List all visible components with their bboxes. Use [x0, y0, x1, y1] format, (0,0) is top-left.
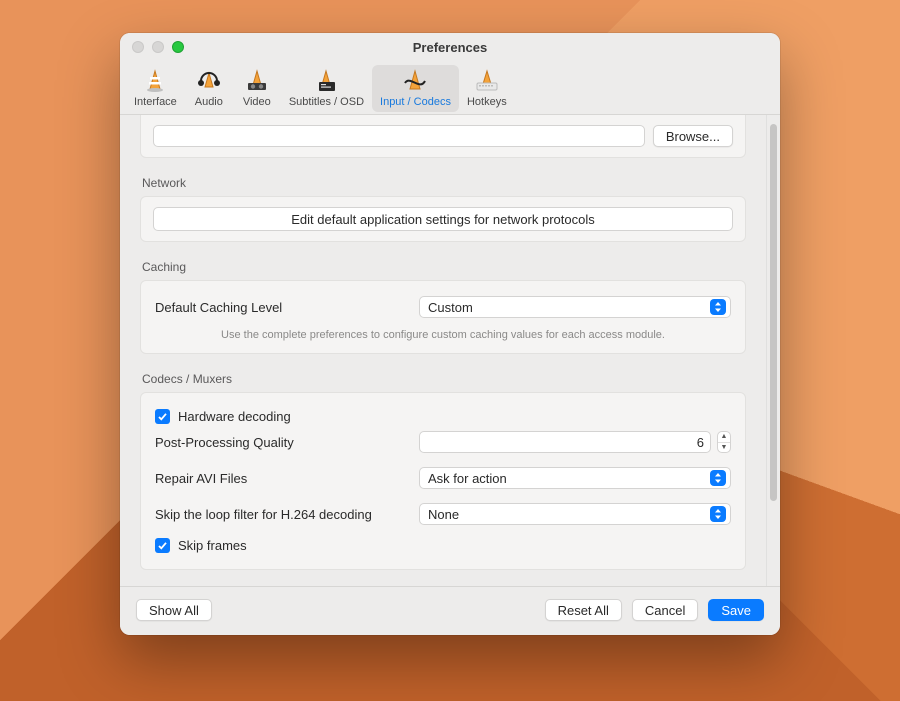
cancel-button[interactable]: Cancel: [632, 599, 698, 621]
codecs-group: Hardware decoding Post-Processing Qualit…: [140, 392, 746, 570]
close-window-button[interactable]: [132, 41, 144, 53]
repair-avi-label: Repair AVI Files: [155, 471, 407, 486]
tab-hotkeys[interactable]: Hotkeys: [459, 65, 515, 112]
tab-input-codecs[interactable]: Input / Codecs: [372, 65, 459, 112]
vertical-scrollbar[interactable]: [766, 115, 780, 586]
scrollbar-thumb[interactable]: [770, 124, 777, 501]
tab-video[interactable]: Video: [233, 65, 281, 112]
save-button[interactable]: Save: [708, 599, 764, 621]
record-directory-group: Browse...: [140, 115, 746, 158]
select-value: None: [428, 507, 710, 522]
tab-label: Audio: [195, 96, 223, 108]
stepper-down[interactable]: ▼: [718, 442, 730, 453]
tab-audio[interactable]: Audio: [185, 65, 233, 112]
button-label: Cancel: [645, 603, 685, 618]
caching-group: Default Caching Level Custom Use the com…: [140, 280, 746, 354]
select-value: Ask for action: [428, 471, 710, 486]
tab-label: Hotkeys: [467, 96, 507, 108]
window-title: Preferences: [120, 40, 780, 55]
window-titlebar: Preferences: [120, 33, 780, 61]
tab-interface[interactable]: Interface: [126, 65, 185, 112]
tab-label: Video: [243, 96, 271, 108]
skip-loop-filter-select[interactable]: None: [419, 503, 731, 525]
checkbox-label: Hardware decoding: [178, 409, 291, 424]
hardware-decoding-checkbox[interactable]: [155, 409, 170, 424]
checkbox-label: Skip frames: [178, 538, 247, 553]
hardware-decoding-row: Hardware decoding: [155, 405, 731, 428]
audio-icon: [193, 67, 225, 93]
tab-label: Interface: [134, 96, 177, 108]
caching-hint: Use the complete preferences to configur…: [155, 329, 731, 341]
repair-avi-select[interactable]: Ask for action: [419, 467, 731, 489]
video-icon: [241, 67, 273, 93]
button-label: Show All: [149, 603, 199, 618]
edit-network-settings-button[interactable]: Edit default application settings for ne…: [153, 207, 733, 231]
tab-label: Subtitles / OSD: [289, 96, 364, 108]
skip-frames-checkbox[interactable]: [155, 538, 170, 553]
reset-all-button[interactable]: Reset All: [545, 599, 622, 621]
caching-header: Caching: [142, 260, 746, 274]
button-label: Reset All: [558, 603, 609, 618]
subtitles-icon: [310, 67, 342, 93]
postproc-quality-label: Post-Processing Quality: [155, 435, 407, 450]
skip-frames-row: Skip frames: [155, 534, 731, 557]
select-arrows-icon: [710, 470, 726, 486]
postproc-quality-input[interactable]: 6: [419, 431, 711, 453]
tab-subtitles[interactable]: Subtitles / OSD: [281, 65, 372, 112]
input-codecs-icon: [399, 67, 431, 93]
tab-label: Input / Codecs: [380, 96, 451, 108]
button-label: Edit default application settings for ne…: [291, 212, 595, 227]
network-header: Network: [142, 176, 746, 190]
stepper-up[interactable]: ▲: [718, 432, 730, 442]
preferences-footer: Show All Reset All Cancel Save: [120, 586, 780, 635]
postproc-quality-stepper[interactable]: ▲ ▼: [717, 431, 731, 453]
button-label: Browse...: [666, 129, 720, 144]
interface-icon: [139, 67, 171, 93]
window-controls: [120, 41, 184, 53]
caching-level-label: Default Caching Level: [155, 300, 407, 315]
zoom-window-button[interactable]: [172, 41, 184, 53]
show-all-button[interactable]: Show All: [136, 599, 212, 621]
select-value: Custom: [428, 300, 710, 315]
select-arrows-icon: [710, 506, 726, 522]
network-group: Edit default application settings for ne…: [140, 196, 746, 242]
skip-loop-filter-label: Skip the loop filter for H.264 decoding: [155, 507, 407, 522]
preferences-content: Browse... Network Edit default applicati…: [120, 115, 766, 586]
input-value: 6: [697, 435, 704, 450]
record-directory-field[interactable]: [153, 125, 645, 147]
codecs-header: Codecs / Muxers: [142, 372, 746, 386]
browse-button[interactable]: Browse...: [653, 125, 733, 147]
caching-level-select[interactable]: Custom: [419, 296, 731, 318]
hotkeys-icon: [471, 67, 503, 93]
minimize-window-button[interactable]: [152, 41, 164, 53]
preferences-toolbar: Interface Audio Video Subtitles / OSD In…: [120, 61, 780, 115]
button-label: Save: [721, 603, 751, 618]
select-arrows-icon: [710, 299, 726, 315]
preferences-window: Preferences Interface Audio Video Subti: [120, 33, 780, 635]
